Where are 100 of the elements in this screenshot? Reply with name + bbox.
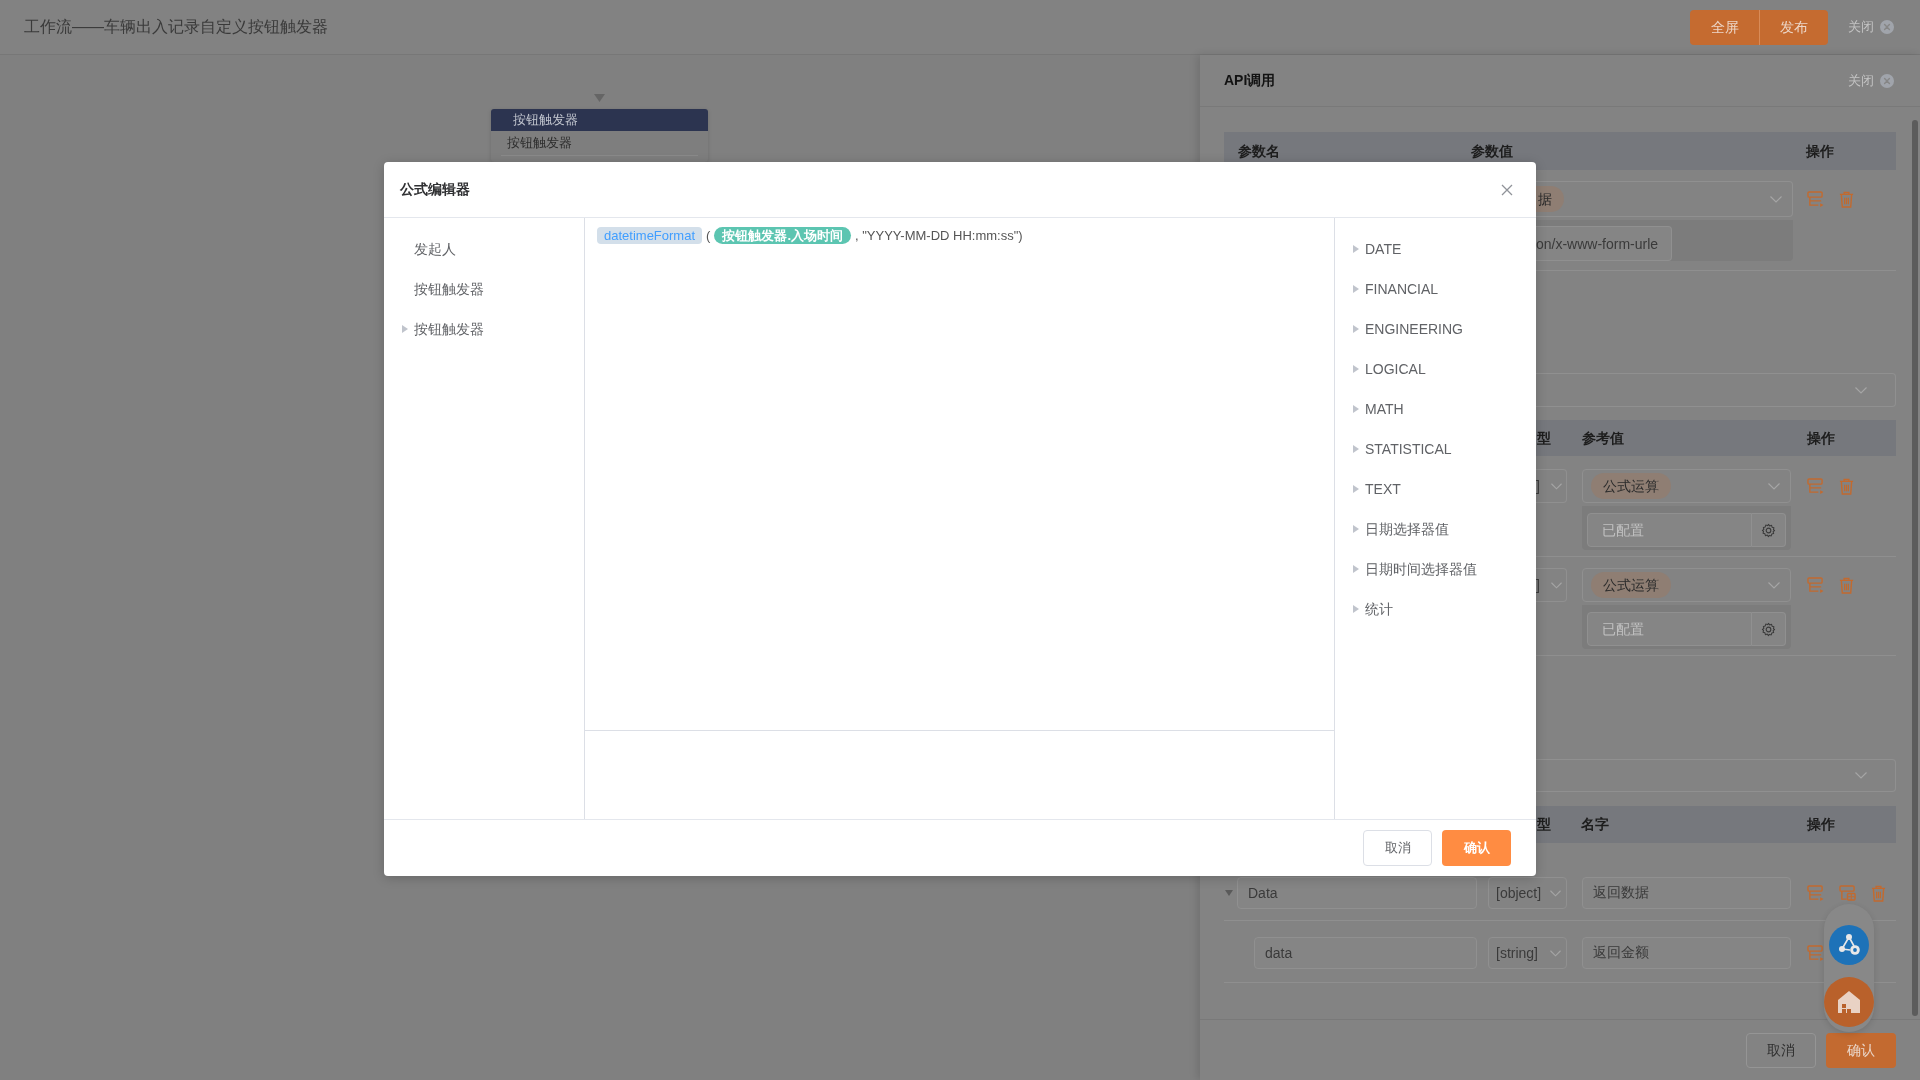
cancel-button[interactable]: 取消: [1363, 830, 1432, 866]
caret-right-icon[interactable]: [1353, 565, 1359, 573]
type-select[interactable]: [object]: [1488, 877, 1567, 909]
panel-title: API调用: [1224, 71, 1276, 90]
network-gear-icon[interactable]: [1829, 925, 1869, 965]
trash-icon[interactable]: [1839, 191, 1854, 208]
function-category[interactable]: LOGICAL: [1335, 349, 1426, 389]
value-select[interactable]: 据: [1536, 181, 1793, 217]
stacked-rows-icon[interactable]: [1807, 191, 1824, 207]
close-button[interactable]: 关闭: [1848, 70, 1894, 91]
function-category[interactable]: 日期选择器值: [1335, 509, 1449, 549]
column-header: 操作: [1807, 428, 1835, 448]
close-icon: [1880, 20, 1894, 34]
chevron-down-icon: [1855, 386, 1867, 394]
function-token: datetimeFormat: [597, 227, 703, 244]
chevron-down-icon: [1550, 889, 1561, 897]
chevron-down-icon: [1551, 581, 1562, 589]
chevron-down-icon: [1550, 949, 1561, 957]
trash-icon[interactable]: [1839, 577, 1854, 594]
function-category[interactable]: STATISTICAL: [1335, 429, 1452, 469]
gear-icon: [1761, 621, 1776, 637]
stacked-rows-icon[interactable]: [1807, 945, 1824, 961]
caret-right-icon[interactable]: [1353, 245, 1359, 253]
settings-button[interactable]: [1752, 612, 1786, 646]
page-title: 工作流——车辆出入记录自定义按钮触发器: [24, 17, 328, 37]
function-category[interactable]: MATH: [1335, 389, 1404, 429]
type-select[interactable]: [string]: [1488, 937, 1567, 969]
stacked-rows-icon[interactable]: [1807, 577, 1824, 593]
content-type-input[interactable]: on/x-www-form-urle: [1536, 226, 1672, 261]
name-input[interactable]: Data: [1237, 877, 1477, 909]
column-header: 参数值: [1471, 141, 1513, 161]
column-header: 参数名: [1238, 141, 1280, 161]
formula-text: (: [706, 227, 711, 244]
variable-item[interactable]: 发起人: [384, 229, 456, 269]
function-category[interactable]: 统计: [1335, 589, 1393, 629]
field-token: 按钮触发器.入场时间: [714, 227, 851, 244]
caret-down-icon[interactable]: [1225, 890, 1233, 896]
formula-text: , "YYYY-MM-DD HH:mm:ss"): [855, 227, 1023, 244]
settings-button[interactable]: [1752, 513, 1786, 547]
dialog-title: 公式编辑器: [400, 180, 470, 199]
name-input[interactable]: data: [1254, 937, 1477, 969]
caret-right-icon[interactable]: [1353, 285, 1359, 293]
trash-icon[interactable]: [1871, 884, 1886, 902]
label-input[interactable]: 返回数据: [1582, 877, 1791, 909]
triangle-down-icon: [594, 94, 605, 102]
label-input[interactable]: 返回金额: [1582, 937, 1791, 969]
caret-right-icon[interactable]: [1353, 445, 1359, 453]
close-icon: [1501, 183, 1513, 196]
fullscreen-button[interactable]: 全屏: [1690, 9, 1759, 45]
column-header: 参考值: [1582, 428, 1624, 448]
caret-right-icon[interactable]: [1353, 605, 1359, 613]
formula-editor[interactable]: datetimeFormat ( 按钮触发器.入场时间 , "YYYY-MM-DD HH:mm:ss"): [585, 218, 1334, 731]
house-icon[interactable]: [1824, 977, 1874, 1027]
config-input[interactable]: 已配置: [1587, 513, 1752, 547]
value-tag: 据: [1536, 186, 1564, 212]
chevron-down-icon: [1855, 772, 1867, 779]
caret-right-icon[interactable]: [1353, 365, 1359, 373]
node-card[interactable]: 按钮触发器 按钮触发器: [491, 109, 708, 162]
caret-right-icon[interactable]: [1353, 485, 1359, 493]
close-button[interactable]: 关闭: [1848, 17, 1894, 37]
config-input[interactable]: 已配置: [1587, 612, 1752, 646]
gear-icon: [1761, 522, 1776, 538]
node-item: 按钮触发器: [507, 134, 572, 153]
rows-grid-icon[interactable]: [1839, 885, 1856, 901]
function-category[interactable]: FINANCIAL: [1335, 269, 1439, 309]
select-field[interactable]: [1536, 759, 1896, 792]
caret-right-icon[interactable]: [1353, 525, 1359, 533]
column-header: 型: [1537, 428, 1551, 448]
chevron-down-icon: [1768, 482, 1780, 490]
function-category[interactable]: ENGINEERING: [1335, 309, 1463, 349]
caret-right-icon[interactable]: [1353, 325, 1359, 333]
caret-right-icon[interactable]: [402, 325, 408, 333]
chevron-down-icon: [1768, 581, 1780, 589]
trash-icon[interactable]: [1839, 478, 1854, 495]
confirm-button[interactable]: 确认: [1442, 830, 1511, 866]
function-category[interactable]: DATE: [1335, 229, 1402, 269]
variable-item[interactable]: 按钮触发器: [384, 269, 484, 309]
publish-button[interactable]: 发布: [1759, 9, 1828, 45]
select-field[interactable]: [1536, 373, 1896, 407]
close-icon: [1880, 73, 1894, 88]
chevron-down-icon: [1770, 195, 1782, 203]
function-category[interactable]: TEXT: [1335, 469, 1401, 509]
cancel-button[interactable]: 取消: [1746, 1032, 1816, 1068]
column-header: 名字: [1581, 815, 1609, 834]
scrollbar-thumb[interactable]: [1912, 120, 1918, 1016]
function-category[interactable]: 日期时间选择器值: [1335, 549, 1477, 589]
chevron-down-icon: [1551, 482, 1562, 490]
value-tag: 公式运算: [1591, 473, 1671, 499]
value-select[interactable]: 公式运算: [1582, 568, 1791, 602]
value-select[interactable]: 公式运算: [1582, 469, 1791, 503]
column-header: 操作: [1807, 815, 1835, 834]
stacked-rows-icon[interactable]: [1807, 478, 1824, 494]
confirm-button[interactable]: 确认: [1826, 1032, 1896, 1068]
value-tag: 公式运算: [1591, 572, 1671, 598]
close-button[interactable]: [1500, 182, 1514, 197]
caret-right-icon[interactable]: [1353, 405, 1359, 413]
variable-item[interactable]: 按钮触发器: [384, 309, 484, 349]
node-header: 按钮触发器: [491, 109, 708, 131]
column-header: 操作: [1806, 141, 1834, 161]
stacked-rows-icon[interactable]: [1807, 885, 1824, 901]
